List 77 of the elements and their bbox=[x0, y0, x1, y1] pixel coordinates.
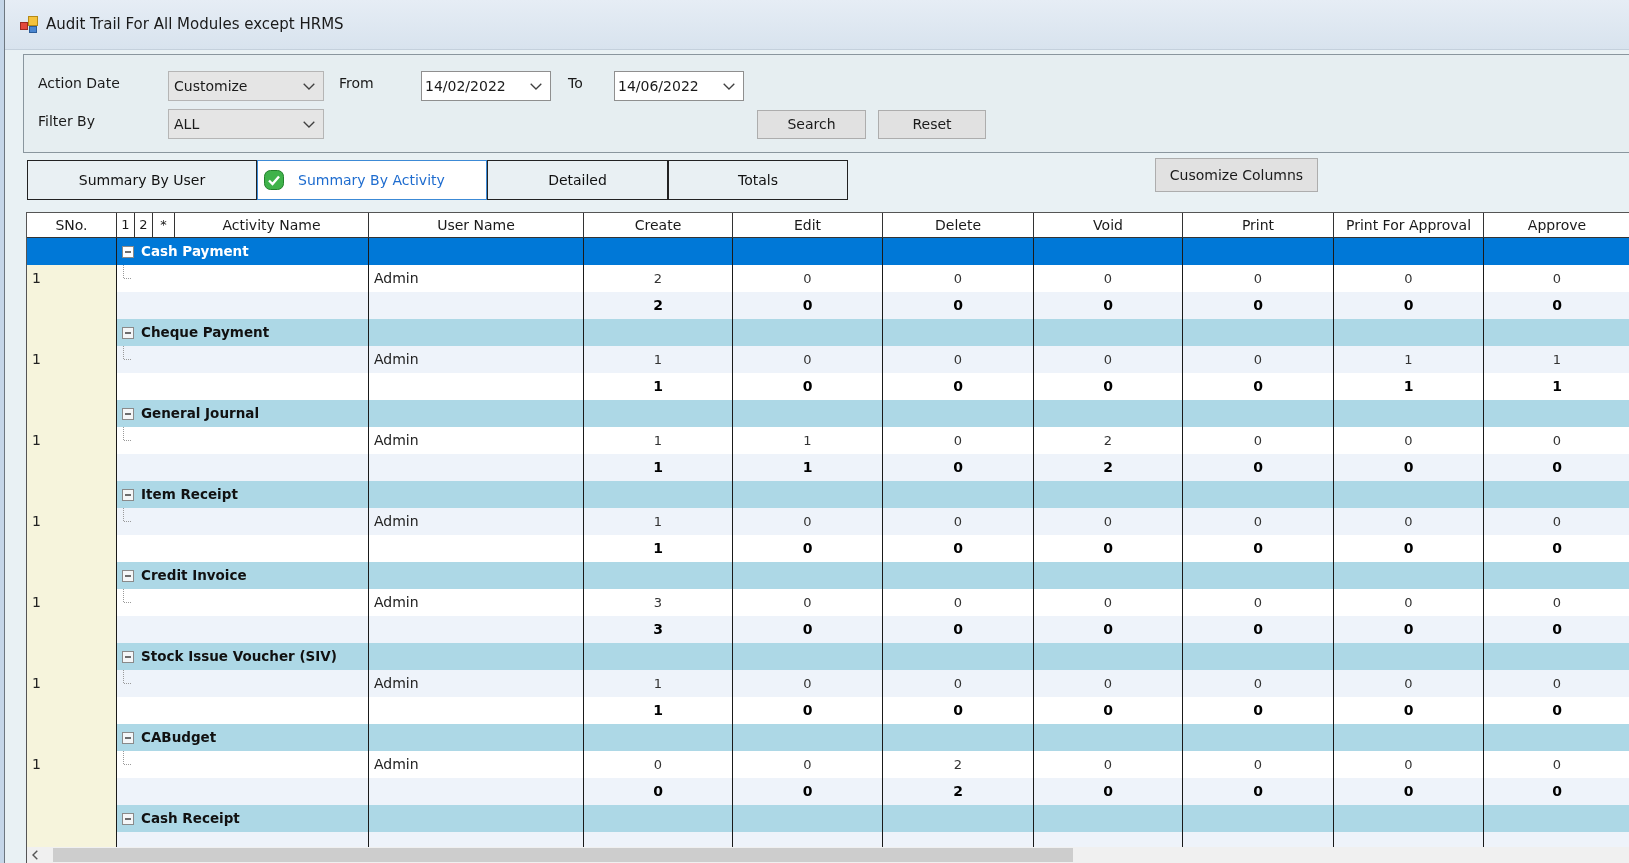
row-header-cell: 1 bbox=[27, 751, 117, 778]
tab[interactable]: Totals bbox=[668, 160, 848, 200]
total-cell-text: 0 bbox=[1551, 296, 1563, 315]
total-cell-text: 0 bbox=[1551, 701, 1563, 720]
total-cell-text: 0 bbox=[1551, 782, 1563, 801]
tree-connector bbox=[123, 346, 132, 360]
group-row[interactable]: Credit Invoice bbox=[27, 562, 1629, 589]
table-cell-text: 0 bbox=[1551, 674, 1563, 693]
group-row[interactable]: Item Receipt bbox=[27, 481, 1629, 508]
group-name: Item Receipt bbox=[141, 485, 238, 505]
group-row[interactable]: Cash Payment bbox=[27, 238, 1629, 265]
collapse-icon[interactable] bbox=[122, 731, 134, 744]
group-row[interactable]: General Journal bbox=[27, 400, 1629, 427]
action-button[interactable]: Search bbox=[757, 109, 866, 139]
chevron-down-icon bbox=[303, 82, 315, 90]
collapse-icon[interactable] bbox=[122, 245, 134, 258]
table-cell-text: 1 bbox=[1551, 350, 1563, 369]
chevron-down-icon bbox=[303, 120, 315, 128]
table-cell-text: 0 bbox=[1551, 431, 1563, 450]
row-header-cell: 1 bbox=[27, 346, 117, 373]
group-name: Credit Invoice bbox=[141, 566, 247, 586]
total-cell-text: 0 bbox=[1551, 539, 1563, 558]
action-date-dropdown[interactable]: Customize bbox=[168, 71, 324, 101]
tree-connector bbox=[123, 589, 132, 603]
table-cell-text: 0 bbox=[1551, 269, 1563, 288]
collapse-icon[interactable] bbox=[122, 488, 134, 501]
group-row[interactable]: Stock Issue Voucher (SIV) bbox=[27, 643, 1629, 670]
field-label: Filter By bbox=[38, 112, 96, 131]
row-header-cell: 1 bbox=[27, 265, 117, 292]
total-cell-text: 0 bbox=[1551, 458, 1563, 477]
chevron-down-icon bbox=[530, 82, 542, 90]
check-icon bbox=[264, 170, 284, 190]
scrollbar-thumb[interactable] bbox=[53, 848, 1073, 862]
collapse-icon[interactable] bbox=[122, 812, 134, 825]
window-icon bbox=[20, 16, 38, 33]
action-button[interactable]: Reset bbox=[878, 109, 986, 139]
date-picker[interactable]: 14/02/2022 bbox=[421, 71, 551, 101]
field-label: Action Date bbox=[38, 74, 121, 93]
date-picker[interactable]: 14/06/2022 bbox=[614, 71, 744, 101]
table-cell-text: 0 bbox=[1551, 755, 1563, 774]
group-row[interactable]: Cash Receipt bbox=[27, 805, 1629, 832]
group-name: CABudget bbox=[141, 728, 217, 748]
group-row[interactable]: CABudget bbox=[27, 724, 1629, 751]
group-name: Cheque Payment bbox=[141, 323, 270, 343]
collapse-icon[interactable] bbox=[122, 326, 134, 339]
tree-connector bbox=[123, 508, 132, 522]
group-name: Stock Issue Voucher (SIV) bbox=[141, 647, 337, 667]
collapse-icon[interactable] bbox=[122, 650, 134, 663]
table-cell-text: 0 bbox=[1551, 512, 1563, 531]
group-name: Cash Payment bbox=[141, 242, 249, 262]
row-header-cell: 1 bbox=[27, 427, 117, 454]
chevron-left-icon bbox=[32, 850, 38, 860]
tab[interactable]: Summary By User bbox=[27, 160, 257, 200]
tree-connector bbox=[123, 427, 132, 441]
table-cell-text: 0 bbox=[1551, 593, 1563, 612]
group-row[interactable]: Cheque Payment bbox=[27, 319, 1629, 346]
tree-connector bbox=[123, 751, 132, 765]
collapse-icon[interactable] bbox=[122, 407, 134, 420]
collapse-icon[interactable] bbox=[122, 569, 134, 582]
row-header-cell: 1 bbox=[27, 670, 117, 697]
group-name: Cash Receipt bbox=[141, 809, 240, 829]
tab[interactable]: Detailed bbox=[487, 160, 668, 200]
tab[interactable]: Summary By Activity bbox=[257, 160, 487, 200]
row-header-cell: 1 bbox=[27, 508, 117, 535]
chevron-down-icon bbox=[723, 82, 735, 90]
row-header-cell: 1 bbox=[27, 589, 117, 616]
group-name: General Journal bbox=[141, 404, 259, 424]
field-label: To bbox=[568, 74, 584, 93]
tree-connector bbox=[123, 265, 132, 279]
tree-connector bbox=[123, 670, 132, 684]
filter-by-dropdown[interactable]: ALL bbox=[168, 109, 324, 139]
field-label: From bbox=[339, 74, 375, 93]
horizontal-scrollbar[interactable] bbox=[27, 847, 1629, 863]
window-title: Audit Trail For All Modules except HRMS bbox=[46, 14, 344, 36]
customize-columns-button[interactable]: Cusomize Columns bbox=[1155, 158, 1318, 192]
total-cell-text: 0 bbox=[1551, 620, 1563, 639]
total-cell-text: 1 bbox=[1551, 377, 1563, 396]
